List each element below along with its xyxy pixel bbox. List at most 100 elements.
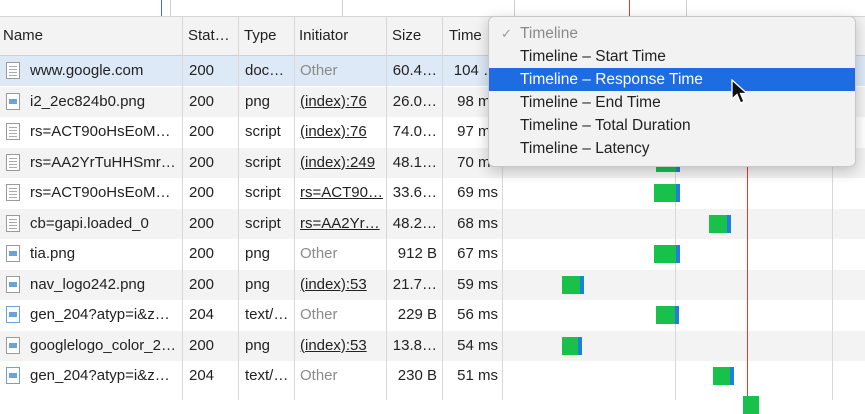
request-status: 204	[189, 367, 215, 384]
request-type: png	[245, 245, 271, 262]
request-name: gen_204?atyp=i&z…	[30, 306, 170, 323]
overview-tick	[342, 0, 343, 16]
column-header-size[interactable]: Size	[389, 17, 444, 55]
request-type: text/…	[245, 367, 289, 384]
checkmark-icon: ✓	[501, 26, 512, 41]
content-download-segment	[676, 245, 680, 263]
request-status: 200	[189, 336, 215, 354]
request-name: i2_2ec824b0.png	[30, 92, 146, 110]
request-status: 200	[189, 275, 215, 293]
request-type: script	[245, 184, 281, 201]
column-divider	[182, 17, 183, 400]
request-time: 67 ms	[457, 245, 498, 262]
menu-item-label: Timeline	[520, 25, 578, 42]
request-initiator: Other	[300, 367, 338, 384]
menu-item-timeline-start-time[interactable]: Timeline – Start Time	[489, 45, 855, 68]
request-size: 21.7…	[392, 275, 437, 293]
waterfall-bar	[656, 306, 679, 324]
table-row[interactable]: gen_204?atyp=i&z… 204 text/… Other 230 B 51 m…	[0, 361, 865, 391]
table-row[interactable]: cb=gapi.loaded_0 200 script rs=AA2Yr… 48.2… 6…	[0, 208, 865, 239]
request-initiator: Other	[300, 306, 338, 323]
menu-item-timeline-latency[interactable]: Timeline – Latency	[489, 137, 855, 160]
waiting-segment	[654, 245, 676, 263]
waiting-segment	[562, 275, 580, 294]
image-file-icon	[6, 275, 20, 293]
stacked-file-icon	[6, 367, 20, 384]
column-divider	[294, 17, 295, 400]
column-header-initiator[interactable]: Initiator	[296, 17, 387, 55]
waiting-segment	[743, 396, 759, 414]
column-header-type[interactable]: Type	[241, 17, 298, 55]
request-initiator[interactable]: (index):76	[300, 117, 384, 147]
column-header-status[interactable]: Stat…	[185, 17, 238, 55]
column-header-time[interactable]: Time	[446, 17, 491, 55]
request-name: rs=AA2YrTuHHSmr…	[30, 153, 176, 171]
table-row[interactable]: googlelogo_color_2… 200 png (index):53 13.8……	[0, 330, 865, 361]
waiting-segment	[709, 214, 727, 233]
waiting-segment	[562, 336, 578, 355]
request-status: 204	[189, 306, 215, 323]
request-time: 56 ms	[457, 306, 498, 323]
request-type: script	[245, 214, 281, 232]
request-initiator[interactable]: (index):76	[300, 87, 384, 117]
document-icon	[6, 62, 20, 79]
request-type: png	[245, 92, 271, 110]
request-initiator[interactable]: rs=AA2Yr…	[300, 209, 384, 239]
overview-tick	[170, 0, 171, 16]
menu-item-timeline-response-time[interactable]: Timeline – Response Time	[489, 68, 855, 91]
table-row[interactable]: nav_logo242.png 200 png (index):53 21.7… 59 m…	[0, 269, 865, 300]
script-file-icon	[6, 184, 20, 201]
request-size: 48.2…	[392, 214, 437, 232]
load-marker	[629, 0, 630, 16]
script-file-icon	[6, 214, 20, 232]
waterfall-bar	[654, 184, 680, 202]
column-divider	[386, 17, 387, 400]
request-time: 54 ms	[457, 336, 498, 354]
content-download-segment	[730, 367, 734, 385]
request-status: 200	[189, 123, 215, 140]
content-download-segment	[578, 336, 582, 355]
menu-item-label: Timeline – Total Duration	[520, 117, 691, 134]
request-size: 60.4…	[392, 62, 437, 79]
table-row[interactable]: tia.png 200 png Other 912 B 67 ms	[0, 239, 865, 269]
waterfall-bar	[562, 275, 584, 294]
request-status: 200	[189, 62, 215, 79]
waiting-segment	[656, 306, 675, 324]
request-type: png	[245, 336, 271, 354]
menu-item-timeline-total-duration[interactable]: Timeline – Total Duration	[489, 114, 855, 137]
content-download-segment	[580, 275, 584, 294]
request-initiator[interactable]: (index):53	[300, 331, 384, 361]
menu-item-timeline: ✓ Timeline	[489, 22, 855, 45]
mouse-pointer-icon	[731, 79, 749, 104]
request-time: 69 ms	[457, 184, 498, 201]
overview-strip	[0, 0, 865, 17]
request-type: doc…	[245, 62, 285, 79]
menu-item-label: Timeline – Start Time	[520, 48, 666, 65]
request-size: 230 B	[397, 367, 437, 384]
menu-item-label: Timeline – End Time	[520, 94, 661, 111]
column-header-name[interactable]: Name	[0, 17, 183, 55]
request-initiator[interactable]: rs=ACT90…	[300, 178, 384, 208]
waterfall-bar	[562, 336, 582, 355]
request-type: text/…	[245, 306, 289, 323]
request-time: 68 ms	[457, 214, 498, 232]
request-name: nav_logo242.png	[30, 275, 146, 293]
request-status: 200	[189, 214, 215, 232]
waterfall-bar	[743, 396, 763, 414]
column-divider	[442, 17, 443, 400]
table-row[interactable]: rs=ACT90oHsEoM… 200 script rs=ACT90… 33.6… 69…	[0, 178, 865, 208]
request-name: gen_204?atyp=i&z…	[30, 367, 170, 384]
request-status: 200	[189, 245, 215, 262]
overview-tick	[686, 0, 687, 16]
request-name: www.google.com	[30, 62, 144, 79]
request-initiator[interactable]: (index):53	[300, 270, 384, 300]
request-name: googlelogo_color_2…	[30, 336, 176, 354]
image-file-icon	[6, 245, 20, 262]
table-row[interactable]: gen_204?atyp=i&z… 204 text/… Other 229 B 56 m…	[0, 300, 865, 330]
request-type: png	[245, 275, 271, 293]
request-initiator[interactable]: (index):249	[300, 148, 384, 178]
column-divider	[238, 17, 239, 400]
waterfall-bar	[709, 214, 731, 233]
menu-item-timeline-end-time[interactable]: Timeline – End Time	[489, 91, 855, 114]
request-name: rs=ACT90oHsEoM…	[30, 123, 171, 140]
